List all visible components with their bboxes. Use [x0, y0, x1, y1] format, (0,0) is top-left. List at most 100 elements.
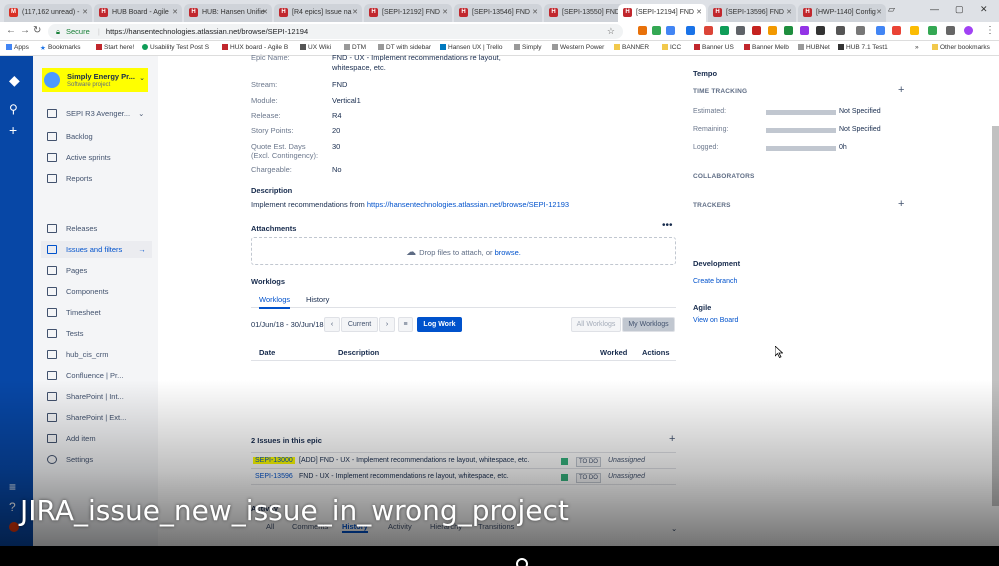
- extension-icon[interactable]: [946, 26, 955, 35]
- next-period-button[interactable]: ›: [379, 317, 395, 332]
- extension-icon[interactable]: [768, 26, 777, 35]
- all-worklogs-button[interactable]: All Worklogs: [571, 317, 621, 332]
- attachment-dropzone[interactable]: ☁ Drop files to attach, or browse.: [251, 237, 676, 265]
- extension-icon[interactable]: [720, 26, 729, 35]
- extension-icon[interactable]: [784, 26, 793, 35]
- sidebar-item-sharepoint-ext[interactable]: SharePoint | Ext...: [47, 413, 126, 422]
- bookmark-apps[interactable]: Apps: [6, 44, 29, 51]
- close-icon[interactable]: ✕: [876, 8, 882, 16]
- menu-icon[interactable]: ≡: [9, 480, 16, 494]
- bookmark-item[interactable]: ★ Bookmarks: [40, 44, 81, 52]
- bookmark-item[interactable]: Hansen UX | Trello: [440, 44, 502, 51]
- chargeable-value[interactable]: No: [332, 165, 342, 174]
- sidebar-item-active-sprints[interactable]: Active sprints: [47, 153, 111, 162]
- close-icon[interactable]: ✕: [352, 8, 358, 16]
- bookmark-star-icon[interactable]: ☆: [607, 26, 615, 37]
- log-work-button[interactable]: Log Work: [417, 317, 462, 332]
- extension-icon[interactable]: [736, 26, 745, 35]
- issue-summary-link[interactable]: FND - UX - Implement recommendations re …: [299, 473, 509, 480]
- view-on-board-link[interactable]: View on Board: [693, 317, 738, 324]
- jira-logo-icon[interactable]: ◆: [9, 72, 20, 89]
- browser-tab[interactable]: H [SEPI-13596] FND ✕: [708, 4, 796, 22]
- extension-icon[interactable]: [910, 26, 919, 35]
- description-link[interactable]: https://hansentechnologies.atlassian.net…: [367, 200, 569, 209]
- bookmark-item[interactable]: HUX board - Agile B: [222, 44, 288, 51]
- module-value[interactable]: Vertical1: [332, 96, 361, 105]
- close-icon[interactable]: ✕: [532, 8, 538, 16]
- bookmark-item[interactable]: HUBNet: [798, 44, 830, 51]
- browser-tab[interactable]: M (117,162 unread) - ✕: [4, 4, 92, 22]
- extension-icon[interactable]: [816, 26, 825, 35]
- status-badge[interactable]: TO DO: [576, 473, 601, 483]
- browser-tab[interactable]: H [R4 epics] Issue na ✕: [274, 4, 362, 22]
- sidebar-item-add-item[interactable]: Add item: [47, 434, 96, 443]
- extension-icon[interactable]: [876, 26, 885, 35]
- sidebar-item-confluence[interactable]: Confluence | Pr...: [47, 371, 123, 380]
- bookmark-item[interactable]: DTM: [344, 44, 366, 51]
- description-body[interactable]: Implement recommendations from https://h…: [251, 200, 569, 209]
- sidebar-item-hub-cis-crm[interactable]: hub_cis_crm: [47, 350, 109, 359]
- sidebar-item-tests[interactable]: Tests: [47, 329, 84, 338]
- current-period-button[interactable]: Current: [341, 317, 378, 332]
- new-tab-button[interactable]: ▱: [888, 4, 895, 15]
- prev-period-button[interactable]: ‹: [324, 317, 340, 332]
- issue-key-link[interactable]: SEPI-13596: [255, 473, 293, 480]
- extension-icon[interactable]: [686, 26, 695, 35]
- close-icon[interactable]: ✕: [786, 8, 792, 16]
- browser-tab[interactable]: H [SEPI-12192] FND ✕: [364, 4, 452, 22]
- sidebar-item-pages[interactable]: Pages: [47, 266, 87, 275]
- minimize-button[interactable]: —: [930, 4, 939, 14]
- window-close-button[interactable]: ✕: [980, 4, 988, 15]
- bookmark-item[interactable]: Western Power: [552, 44, 604, 51]
- bookmark-folder[interactable]: ICC: [662, 44, 681, 51]
- extension-icon[interactable]: [752, 26, 761, 35]
- back-icon[interactable]: ←: [6, 25, 16, 36]
- close-icon[interactable]: ✕: [262, 8, 268, 16]
- page-scrollbar[interactable]: [992, 126, 999, 506]
- assignee[interactable]: Unassigned: [608, 457, 645, 464]
- sidebar-item-issues-and-filters[interactable]: Issues and filters →: [41, 241, 152, 258]
- avatar[interactable]: [9, 522, 19, 532]
- extension-icon[interactable]: [666, 26, 675, 35]
- bookmark-item[interactable]: Start here!: [96, 44, 134, 51]
- forward-icon[interactable]: →: [20, 25, 30, 36]
- bookmark-item[interactable]: UX Wiki: [300, 44, 331, 51]
- bookmark-item[interactable]: HUB 7.1 Test1: [838, 44, 888, 51]
- browser-tab[interactable]: H [HWP-1140] Config ✕: [798, 4, 886, 22]
- release-value[interactable]: R4: [332, 111, 342, 120]
- quote-est-days-value[interactable]: 30: [332, 142, 340, 151]
- browser-tab[interactable]: H [SEPI-13546] FND ✕: [454, 4, 542, 22]
- create-icon[interactable]: +: [9, 122, 17, 138]
- reload-icon[interactable]: ↻: [33, 25, 41, 36]
- extension-icon[interactable]: [856, 26, 865, 35]
- other-bookmarks-folder[interactable]: Other bookmarks: [932, 44, 990, 51]
- more-options-icon[interactable]: •••: [662, 220, 673, 231]
- browser-tab[interactable]: H HUB Board - Agile ✕: [94, 4, 182, 22]
- bookmark-item[interactable]: Banner Melb: [744, 44, 789, 51]
- create-branch-link[interactable]: Create branch: [693, 278, 737, 285]
- issue-key-link[interactable]: SEPI-13000: [253, 457, 295, 464]
- menu-icon[interactable]: ⋮: [985, 25, 995, 36]
- close-icon[interactable]: ✕: [696, 8, 702, 16]
- close-icon[interactable]: ✕: [82, 8, 88, 16]
- story-points-value[interactable]: 20: [332, 126, 340, 135]
- sidebar-item-sharepoint-int[interactable]: SharePoint | Int...: [47, 392, 124, 401]
- extension-icon[interactable]: [836, 26, 845, 35]
- sidebar-item-backlog[interactable]: Backlog: [47, 132, 93, 141]
- bookmark-item[interactable]: Simply: [514, 44, 542, 51]
- tab-worklogs[interactable]: Worklogs: [259, 295, 291, 309]
- assignee[interactable]: Unassigned: [608, 473, 645, 480]
- project-switcher[interactable]: Simply Energy Pr... Software project ⌄: [42, 68, 148, 92]
- help-icon[interactable]: ?: [9, 500, 16, 514]
- browser-tab[interactable]: H HUB: Hansen Unifie ✕: [184, 4, 272, 22]
- add-issue-icon[interactable]: +: [669, 433, 675, 445]
- url-input[interactable]: 🔒︎ Secure | https://hansentechnologies.at…: [48, 24, 623, 39]
- add-time-icon[interactable]: +: [898, 84, 904, 96]
- sidebar-item-timesheet[interactable]: Timesheet: [47, 308, 101, 317]
- extension-icon[interactable]: [928, 26, 937, 35]
- extension-icon[interactable]: [892, 26, 901, 35]
- bookmarks-overflow-button[interactable]: »: [915, 44, 919, 51]
- browse-link[interactable]: browse.: [495, 248, 521, 257]
- sidebar-item-reports[interactable]: Reports: [47, 174, 92, 183]
- bookmark-item[interactable]: Banner US: [694, 44, 734, 51]
